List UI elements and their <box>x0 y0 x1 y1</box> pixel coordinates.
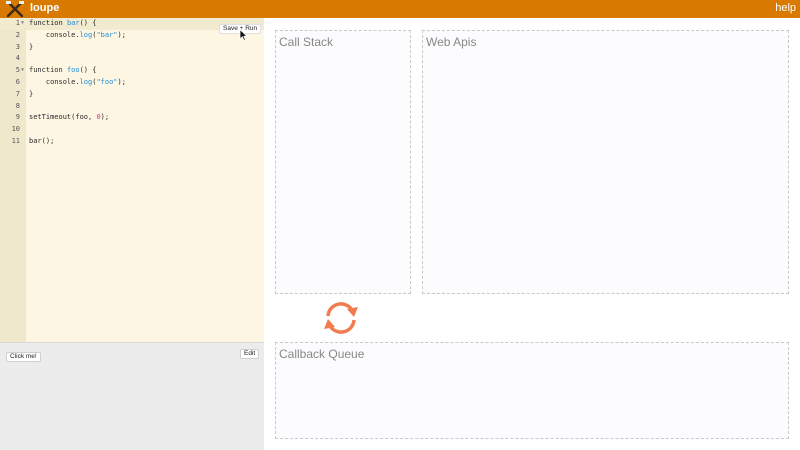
code-editor[interactable]: 1 ▼ function bar() {2 console.log("bar"); 3… <box>0 18 264 342</box>
line-number: 7 <box>15 89 20 98</box>
mouse-cursor-icon <box>239 29 248 41</box>
code-text: setTimeout(foo, 0); <box>29 112 109 124</box>
code-token: "bar" <box>96 30 118 39</box>
line-number: 2 <box>15 30 20 39</box>
code-token: bar(); <box>29 136 55 145</box>
code-line[interactable]: 8 <box>0 101 264 113</box>
code-token: log <box>79 30 93 39</box>
web-apis-title: Web Apis <box>426 35 477 49</box>
top-bar: loupe help <box>0 0 800 18</box>
call-stack-title: Call Stack <box>279 35 334 49</box>
callback-queue-panel: Callback Queue <box>275 342 789 439</box>
code-token: ); <box>100 113 110 122</box>
web-apis-panel: Web Apis <box>422 30 789 294</box>
code-text: function bar() { <box>29 18 96 30</box>
code-lines[interactable]: 1 ▼ function bar() {2 console.log("bar"); 3… <box>0 18 264 148</box>
edit-button[interactable]: Edit <box>240 349 260 359</box>
code-token: () { <box>79 19 97 27</box>
code-line[interactable]: 6 console.log("foo"); <box>0 77 264 89</box>
line-number: 11 <box>11 136 20 145</box>
callback-queue-title: Callback Queue <box>279 347 365 361</box>
code-token: } <box>29 89 34 98</box>
click-me-button[interactable]: Click me! <box>6 352 41 362</box>
code-token: bar <box>66 19 80 27</box>
line-number: 6 <box>15 77 20 86</box>
code-token: } <box>29 42 34 51</box>
code-line[interactable]: 11 bar(); <box>0 136 264 148</box>
code-token: ); <box>117 30 126 39</box>
code-token: () { <box>79 66 97 75</box>
fold-arrow-icon[interactable]: ▼ <box>21 18 24 30</box>
line-number: 10 <box>11 125 20 134</box>
line-number: 1 <box>15 19 20 27</box>
line-number: 5 <box>15 66 20 75</box>
line-number: 4 <box>15 54 20 63</box>
code-text: console.log("bar"); <box>29 30 126 42</box>
code-token: setTimeout(foo, <box>29 113 97 122</box>
line-number: 8 <box>15 101 20 110</box>
code-line[interactable]: 9 setTimeout(foo, 0); <box>0 112 264 124</box>
app-title: loupe <box>30 2 60 14</box>
code-token: foo <box>66 66 80 75</box>
code-text: } <box>29 42 33 54</box>
code-text: } <box>29 89 33 101</box>
code-text: bar(); <box>29 136 54 148</box>
code-token: ); <box>117 77 126 86</box>
line-number: 3 <box>15 42 20 51</box>
code-token: function <box>29 66 67 75</box>
code-text: function foo() { <box>29 65 96 77</box>
help-link[interactable]: help <box>775 2 796 14</box>
fold-arrow-icon[interactable]: ▼ <box>21 65 24 77</box>
code-line[interactable]: 5 ▼ function foo() { <box>0 65 264 77</box>
code-line[interactable]: 7} <box>0 89 264 101</box>
code-line[interactable]: 10 <box>0 124 264 136</box>
html-preview-pane: Click me! Edit <box>0 342 264 450</box>
code-line[interactable]: 4 <box>0 53 264 65</box>
event-loop-icon <box>324 302 358 334</box>
crossed-tools-logo-icon <box>6 0 24 18</box>
left-pane: 1 ▼ function bar() {2 console.log("bar"); 3… <box>0 18 264 450</box>
code-token: log <box>79 77 93 86</box>
code-token: function <box>29 19 67 27</box>
code-line[interactable]: 3} <box>0 42 264 54</box>
code-text: console.log("foo"); <box>29 77 126 89</box>
code-token: console. <box>29 77 80 86</box>
code-token: console. <box>29 30 80 39</box>
code-token: "foo" <box>96 77 118 86</box>
call-stack-panel: Call Stack <box>275 30 411 294</box>
line-number: 9 <box>15 113 20 122</box>
